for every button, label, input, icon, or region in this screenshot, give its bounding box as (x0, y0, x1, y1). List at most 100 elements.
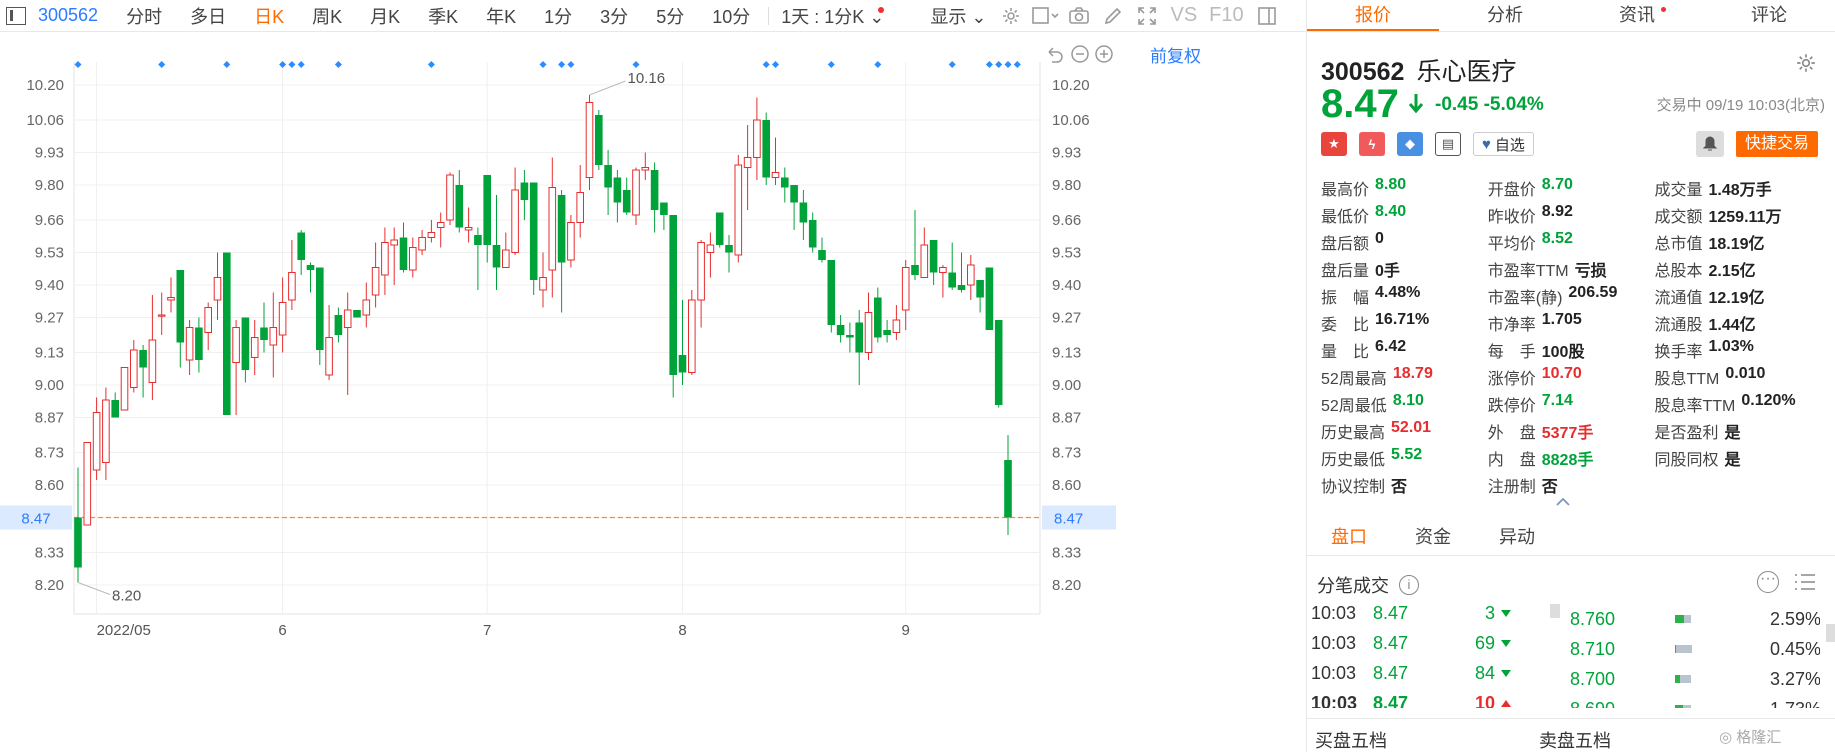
sidebar-toggle-icon[interactable] (1250, 0, 1284, 32)
candle-body-up (706, 244, 715, 253)
trade-time: 10:03 (1311, 632, 1357, 653)
camera-icon[interactable] (1062, 0, 1096, 32)
subtab-funds[interactable]: 资金 (1391, 520, 1475, 555)
undo-icon[interactable] (1045, 44, 1065, 64)
y-tick-label-left: 9.40 (35, 277, 64, 294)
candle-body-up (576, 192, 585, 223)
pencil-icon[interactable] (1096, 0, 1130, 32)
event-marker (288, 61, 296, 68)
tab-10min[interactable]: 10分 (698, 3, 764, 29)
x-month-label: 7 (483, 622, 491, 639)
candle-body-down (781, 177, 789, 188)
subtab-pankou[interactable]: 盘口 (1307, 520, 1391, 555)
stat-cell: 股息率TTM 0.120% (1654, 392, 1831, 419)
y-tick-label-right: 9.40 (1052, 277, 1081, 294)
distribution-row: 8.760 2.59% (1570, 604, 1820, 634)
chevron-down-icon: ⌄ (971, 6, 987, 27)
trade-status: 交易中 09/19 10:03(北京) (1656, 97, 1825, 114)
lightning-icon[interactable]: ϟ (1359, 132, 1385, 156)
checkbox-dropdown-icon[interactable] (1028, 0, 1062, 32)
panel-toggle-icon[interactable] (6, 6, 26, 25)
candle-body-down (241, 317, 250, 370)
candle-body-down (790, 185, 798, 203)
display-dropdown[interactable]: 显示 ⌄ (922, 3, 994, 29)
tab-3min[interactable]: 3分 (586, 3, 642, 29)
candle-body-down (176, 270, 185, 343)
tab-news[interactable]: 资讯 (1571, 0, 1703, 31)
candle-body-down (1004, 460, 1012, 518)
tab-quote[interactable]: 报价 (1307, 0, 1439, 31)
tab-daily-k[interactable]: 日K (240, 3, 298, 29)
candle-body-down (994, 320, 1003, 405)
stat-cell: 换手率 1.03% (1654, 338, 1831, 365)
info-icon[interactable]: i (1399, 575, 1419, 595)
quick-trade-button[interactable]: 快捷交易 (1736, 131, 1818, 157)
more-icon[interactable]: ··· (1757, 571, 1779, 593)
china-flag-icon[interactable]: ★ (1321, 132, 1347, 156)
notification-dot (878, 6, 885, 13)
tab-weekly-k[interactable]: 周K (298, 3, 356, 29)
candle-body-down (818, 250, 826, 260)
bell-icon[interactable] (1696, 131, 1724, 157)
candle-body-up (343, 309, 352, 328)
stat-label: 市盈率TTM (1487, 263, 1569, 280)
quote-icon-row: ★ ϟ ◆ ▤ ♥ 自选 (1321, 132, 1534, 156)
min-annotation-line (77, 582, 111, 595)
distribution-price: 8.760 (1570, 608, 1616, 629)
settings-gear-icon[interactable] (994, 0, 1028, 32)
tab-fenshi[interactable]: 分时 (112, 3, 176, 29)
tab-analysis[interactable]: 分析 (1439, 0, 1571, 31)
subtab-alerts[interactable]: 异动 (1475, 520, 1559, 555)
candle-body-up (269, 327, 278, 346)
scrollbar[interactable] (1826, 624, 1835, 642)
tab-multi-day[interactable]: 多日 (176, 3, 240, 29)
candle-body-up (213, 277, 222, 301)
y-tick-label-right: 9.13 (1052, 345, 1081, 362)
stat-cell: 注册制否 (1488, 473, 1655, 500)
candle-body-down (492, 245, 501, 268)
stat-label: 注册制 (1487, 479, 1536, 496)
add-watchlist-button[interactable]: ♥ 自选 (1473, 132, 1534, 156)
gear-icon[interactable] (1795, 52, 1817, 74)
tab-monthly-k[interactable]: 月K (356, 3, 414, 29)
event-marker (158, 61, 166, 68)
trade-price: 8.47 (1373, 632, 1409, 653)
f10-button[interactable]: F10 (1203, 4, 1249, 27)
candle-body-down (836, 325, 845, 335)
fullscreen-icon[interactable] (1130, 0, 1164, 32)
tab-5min[interactable]: 5分 (642, 3, 698, 29)
tab-yearly-k[interactable]: 年K (472, 3, 530, 29)
chevron-up-icon[interactable] (1555, 497, 1571, 507)
y-tick-label-right: 8.73 (1052, 445, 1081, 462)
tab-1min[interactable]: 1分 (530, 3, 586, 29)
list-icon[interactable] (1793, 572, 1817, 592)
stock-code-link[interactable]: 300562 (38, 5, 98, 26)
tab-quarterly-k[interactable]: 季K (414, 3, 472, 29)
y-tick-label-left: 8.20 (35, 577, 64, 594)
bookmark-icon[interactable]: ▤ (1435, 132, 1461, 156)
trade-price: 8.47 (1373, 602, 1409, 623)
vs-button[interactable]: VS (1164, 4, 1203, 27)
adjust-mode-button[interactable]: 前复权 (1150, 42, 1201, 67)
period-dropdown[interactable]: 1天 : 1分K ⌄ (773, 3, 898, 29)
candle-body-down (223, 252, 231, 415)
event-marker (223, 61, 231, 68)
trade-volume: 69 (1474, 632, 1495, 653)
stat-cell: 历史最高 52.01 (1321, 419, 1488, 446)
stat-value: 2.15亿 (1708, 263, 1756, 280)
candle-body-down (604, 165, 612, 188)
stat-value: 16.71% (1375, 311, 1430, 328)
stat-label: 委 比 (1321, 317, 1370, 334)
stat-label: 最低价 (1321, 209, 1370, 226)
y-tick-label-right: 9.80 (1052, 177, 1081, 194)
tag-icon[interactable]: ◆ (1397, 132, 1423, 156)
current-price: 8.47 (1321, 82, 1399, 126)
event-marker (539, 61, 547, 68)
zoom-in-icon[interactable] (1094, 44, 1114, 64)
candle-body-up (92, 412, 101, 471)
zoom-out-icon[interactable] (1070, 44, 1090, 64)
tab-comments[interactable]: 评论 (1703, 0, 1835, 31)
stats-row: 52周最低 8.10 跌停价 7.14 股息率TTM 0.120% (1321, 392, 1831, 419)
candlestick-chart[interactable]: 10.20 10.20 10.06 10.06 9.93 9.93 9.80 9.80 9.66… (0, 32, 1116, 752)
stats-row: 协议控制否注册制否 (1321, 473, 1831, 500)
